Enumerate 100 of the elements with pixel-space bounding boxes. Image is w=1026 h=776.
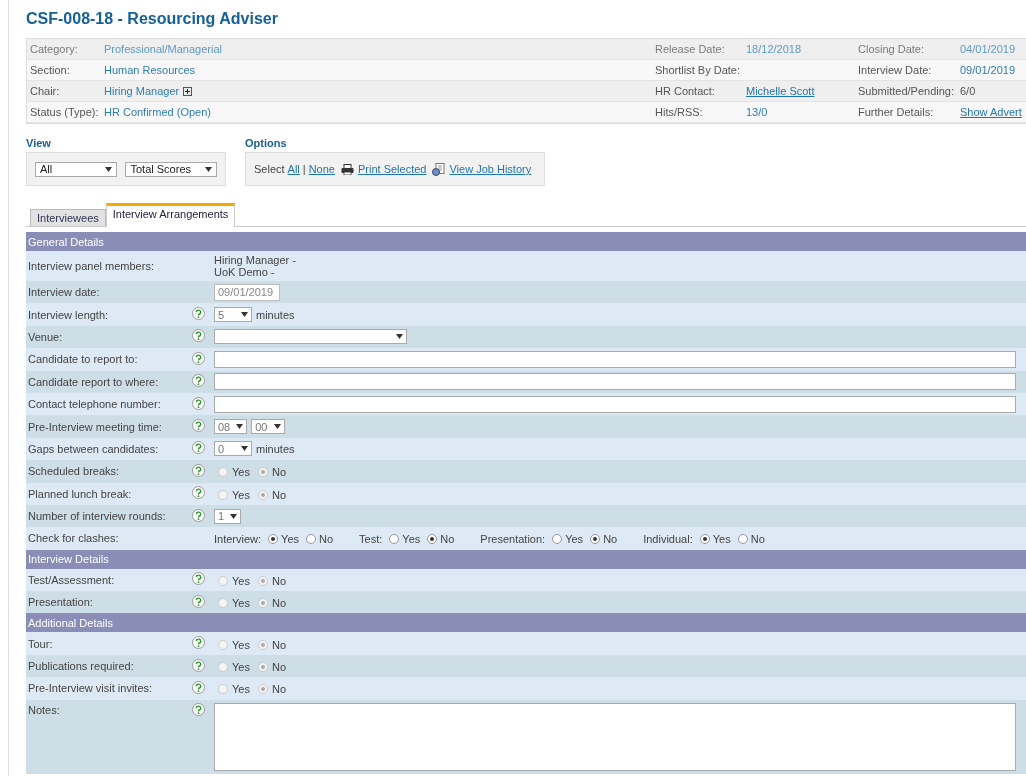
select-link[interactable]: None bbox=[308, 163, 335, 175]
dropdown[interactable]: 00 bbox=[251, 419, 285, 435]
field-label: Number of interview rounds: bbox=[28, 510, 167, 523]
view-dropdown[interactable]: All bbox=[35, 161, 118, 177]
field-label: Status (Type): bbox=[30, 106, 100, 118]
field-value: 13/0 bbox=[746, 106, 769, 118]
field-label: Candidate to report to: bbox=[28, 353, 139, 366]
field-label: Hits/RSS: bbox=[655, 106, 704, 118]
field-value: Hiring Manager bbox=[104, 85, 180, 97]
document-icon bbox=[432, 162, 446, 176]
caret-icon bbox=[396, 334, 403, 340]
field-label: Pre-Interview visit invites: bbox=[28, 682, 154, 695]
radio-button[interactable] bbox=[590, 534, 601, 545]
field-label: Shortlist By Date: bbox=[655, 64, 741, 76]
radio-button[interactable] bbox=[699, 534, 710, 545]
printer-icon bbox=[340, 163, 354, 175]
dropdown[interactable]: 0 bbox=[214, 441, 252, 457]
field-value: Human Resources bbox=[104, 64, 197, 76]
radio-button[interactable] bbox=[389, 534, 400, 545]
option-label: No bbox=[271, 574, 286, 587]
option-label: Yes bbox=[712, 533, 731, 546]
field-label: HR Contact: bbox=[655, 85, 716, 97]
field-label: Scheduled breaks: bbox=[28, 465, 121, 478]
option-label: No bbox=[319, 533, 334, 546]
field-link[interactable]: Michelle Scott bbox=[746, 85, 815, 97]
option-label: No bbox=[750, 533, 765, 546]
dropdown[interactable]: 5 bbox=[214, 307, 252, 323]
radio-button[interactable] bbox=[306, 534, 317, 545]
unit-label: minutes bbox=[256, 442, 295, 455]
option-label: No bbox=[271, 683, 286, 696]
field-value: 6/0 bbox=[960, 85, 977, 97]
radio-button[interactable] bbox=[737, 534, 748, 545]
field-label: Category: bbox=[30, 43, 79, 55]
clash-label: Interview: bbox=[214, 533, 262, 546]
select-label: Select bbox=[254, 163, 285, 175]
field-label: Contact telephone number: bbox=[28, 398, 162, 411]
dropdown[interactable]: 08 bbox=[214, 419, 248, 435]
option-label: No bbox=[603, 533, 618, 546]
tab[interactable]: Interviewees bbox=[30, 209, 106, 226]
clash-label: Presentation: bbox=[480, 533, 546, 546]
field-value: 04/01/2019 bbox=[960, 43, 1017, 55]
clash-label: Test: bbox=[359, 533, 383, 546]
field-label: Gaps between candidates: bbox=[28, 442, 160, 455]
field-value: 09/01/2019 bbox=[960, 64, 1017, 76]
field-label: Interview length: bbox=[28, 308, 110, 321]
dropdown[interactable] bbox=[214, 329, 407, 345]
view-heading: View bbox=[26, 137, 52, 149]
field-label: Further Details: bbox=[858, 106, 935, 118]
field-label: Interview panel members: bbox=[28, 260, 155, 272]
section-header: General Details bbox=[26, 232, 1026, 251]
action-link[interactable]: View Job History bbox=[449, 163, 532, 175]
field-label: Planned lunch break: bbox=[28, 487, 133, 500]
clash-label: Individual: bbox=[643, 533, 693, 546]
caret-icon bbox=[230, 513, 238, 519]
option-label: Yes bbox=[281, 533, 300, 546]
option-label: No bbox=[271, 597, 286, 610]
option-label: Yes bbox=[402, 533, 421, 546]
field-label: Chair: bbox=[30, 85, 61, 97]
field-label: Publications required: bbox=[28, 660, 135, 673]
field-link[interactable]: Show Advert bbox=[960, 106, 1022, 118]
field-label: Section: bbox=[30, 64, 71, 76]
select-link[interactable]: All bbox=[287, 163, 300, 175]
text-field[interactable] bbox=[214, 395, 1016, 413]
field-value: HR Confirmed (Open) bbox=[104, 106, 212, 118]
caret-icon bbox=[241, 446, 248, 452]
options-heading: Options bbox=[245, 137, 288, 149]
field-label: Release Date: bbox=[655, 43, 726, 55]
option-label: No bbox=[440, 533, 455, 546]
field-label: Submitted/Pending: bbox=[858, 85, 955, 97]
unit-label: minutes bbox=[256, 308, 295, 321]
radio-button[interactable] bbox=[268, 534, 279, 545]
text-field[interactable] bbox=[214, 350, 1016, 368]
field-label: Candidate report to where: bbox=[28, 375, 160, 388]
panel-member: Hiring Manager - bbox=[214, 254, 296, 266]
option-label: Yes bbox=[232, 661, 250, 674]
action-link[interactable]: Print Selected bbox=[357, 163, 427, 175]
tab[interactable]: Interview Arrangements bbox=[105, 203, 236, 227]
view-dropdown[interactable]: Total Scores bbox=[125, 161, 217, 177]
caret-icon bbox=[105, 166, 113, 172]
field-label: Check for clashes: bbox=[28, 532, 120, 545]
text-field[interactable] bbox=[214, 373, 1016, 391]
option-label: No bbox=[271, 488, 286, 501]
radio-button[interactable] bbox=[427, 534, 438, 545]
caret-icon bbox=[205, 166, 212, 172]
option-label: Yes bbox=[565, 533, 584, 546]
field-label: Interview date: bbox=[28, 286, 101, 299]
notes-field[interactable] bbox=[214, 702, 1016, 771]
separator: | bbox=[302, 163, 306, 175]
field-label: Venue: bbox=[28, 330, 64, 343]
field-label: Test/Assessment: bbox=[28, 573, 116, 586]
field-label: Closing Date: bbox=[858, 43, 926, 55]
expand-icon bbox=[183, 86, 193, 96]
dropdown[interactable]: 1 bbox=[214, 508, 242, 524]
option-label: Yes bbox=[232, 638, 250, 651]
option-label: Yes bbox=[232, 574, 250, 587]
option-label: Yes bbox=[232, 683, 250, 696]
field-label: Tour: bbox=[28, 637, 54, 650]
radio-button[interactable] bbox=[552, 534, 563, 545]
caret-icon bbox=[273, 424, 281, 430]
section-header: Additional Details bbox=[26, 613, 1026, 633]
